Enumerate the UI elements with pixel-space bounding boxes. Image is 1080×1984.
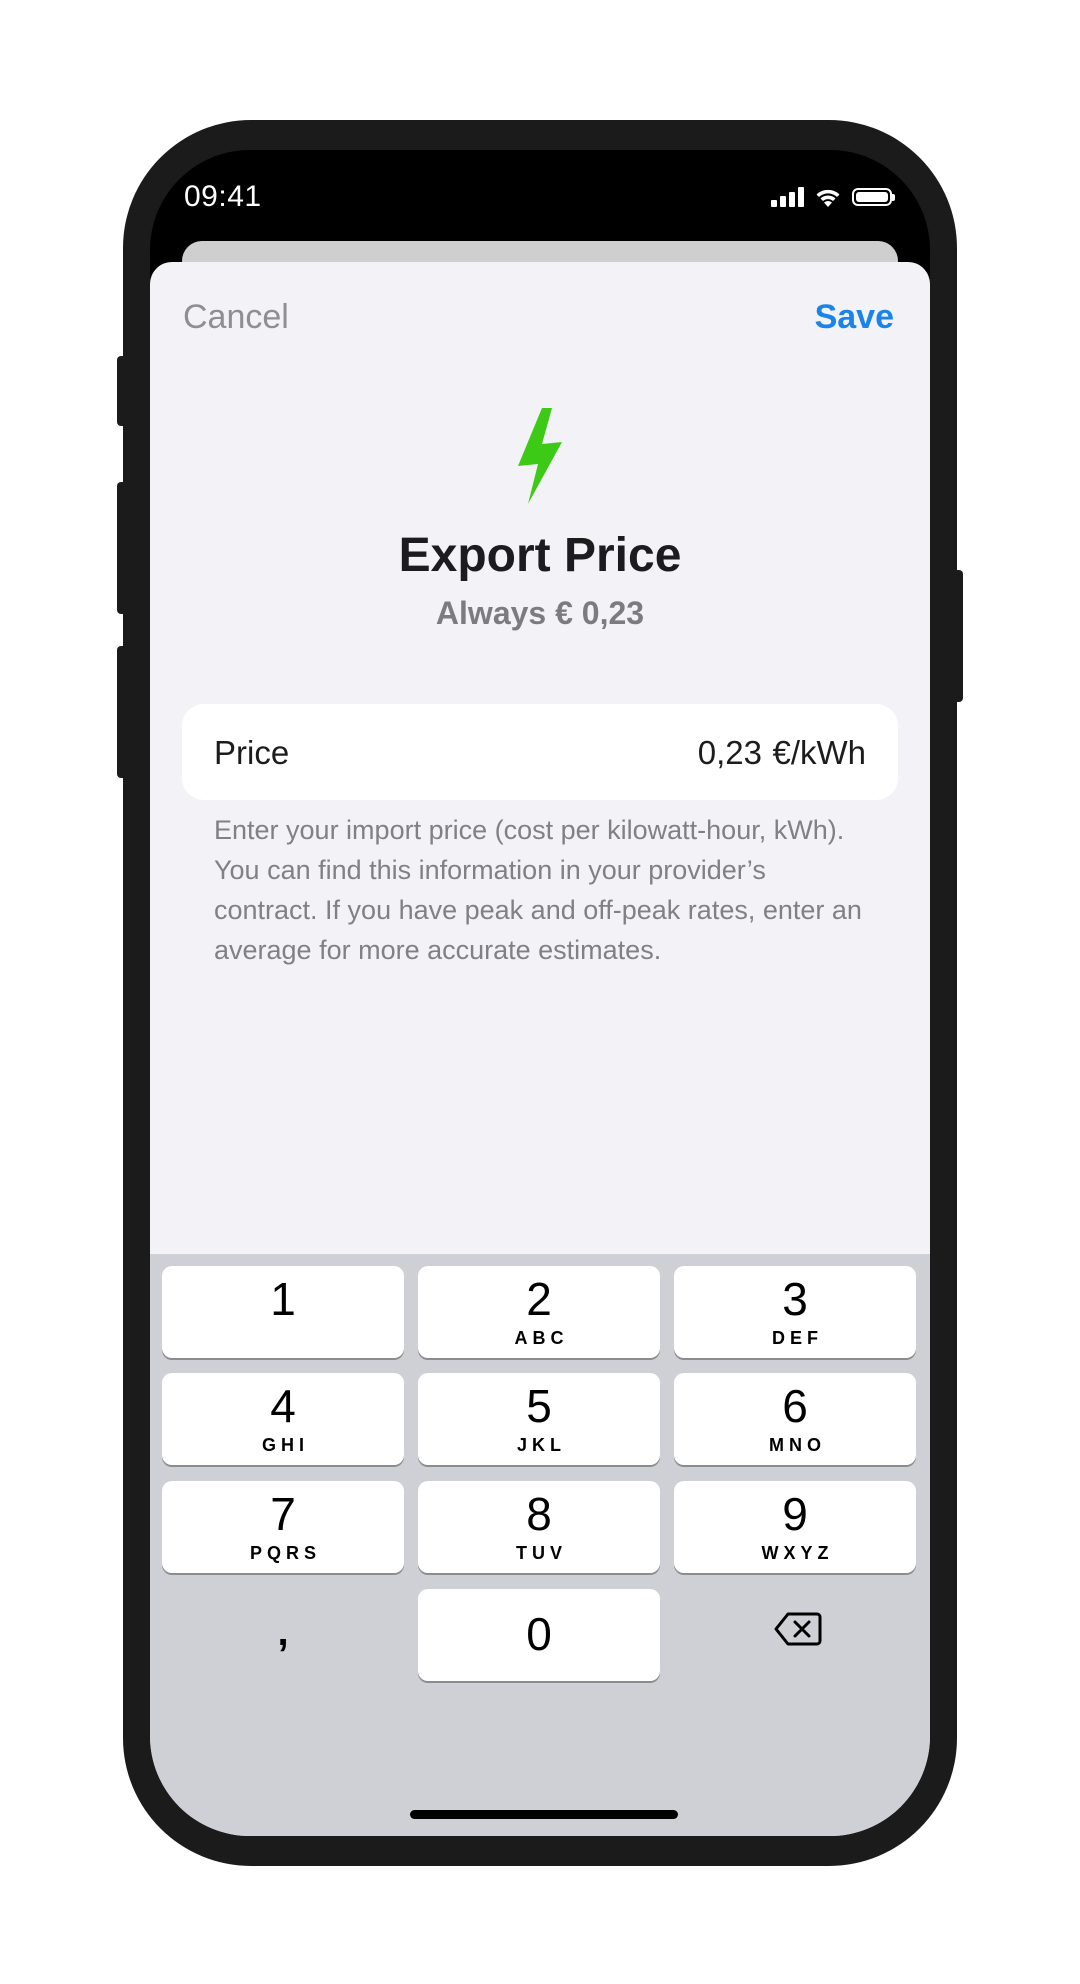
cancel-button[interactable]: Cancel [183,298,289,337]
key-8[interactable]: 8 TUV [418,1481,660,1573]
export-price-sheet: Cancel Save Export Price Always € 0,23 P… [150,262,930,1836]
key-7[interactable]: 7 PQRS [162,1481,404,1573]
key-9[interactable]: 9 WXYZ [674,1481,916,1573]
price-field[interactable]: Price 0,23 €/kWh [182,704,898,800]
numeric-keypad: 1 2 ABC 3 DEF 4 GHI 5 JKL 6 MNO 7 PQRS 8 TUV [150,1254,930,1836]
key-6[interactable]: 6 MNO [674,1373,916,1465]
signal-icon [771,187,804,207]
key-1[interactable]: 1 [162,1266,404,1358]
delete-backspace-icon [774,1612,822,1646]
status-icons [771,186,895,208]
save-button[interactable]: Save [815,298,894,337]
key-4[interactable]: 4 GHI [162,1373,404,1465]
battery-icon [852,188,895,206]
phone-screen: 09:41 Cancel Save Export Price Always € … [150,150,930,1836]
wifi-icon [816,189,840,207]
status-time: 09:41 [184,180,262,213]
price-input[interactable]: 0,23 [698,734,762,772]
bolt-icon [518,408,562,504]
key-5[interactable]: 5 JKL [418,1373,660,1465]
home-indicator [410,1810,678,1819]
key-0[interactable]: 0 [418,1589,660,1681]
price-summary: Always € 0,23 [435,595,645,631]
page-title: Export Price [398,529,682,582]
help-text: Enter your import price (cost per kilowa… [214,815,862,965]
delete-key[interactable] [674,1589,916,1681]
key-3[interactable]: 3 DEF [674,1266,916,1358]
key-2[interactable]: 2 ABC [418,1266,660,1358]
key-comma[interactable]: , [162,1589,404,1681]
price-label: Price [214,734,290,771]
price-unit: €/kWh [772,734,866,771]
